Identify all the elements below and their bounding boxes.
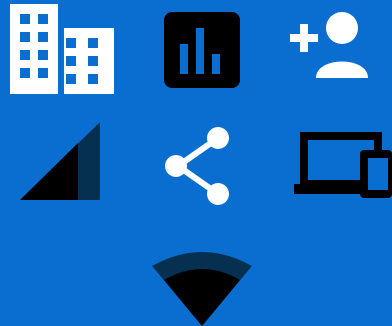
building-icon xyxy=(8,0,116,100)
icon-grid-canvas xyxy=(0,0,392,326)
share-icon xyxy=(160,124,236,206)
bar-chart-icon xyxy=(160,6,244,92)
wifi-icon xyxy=(148,246,256,326)
add-person-icon xyxy=(282,10,386,82)
devices-icon xyxy=(292,128,392,200)
signal-strength-icon xyxy=(18,120,102,202)
